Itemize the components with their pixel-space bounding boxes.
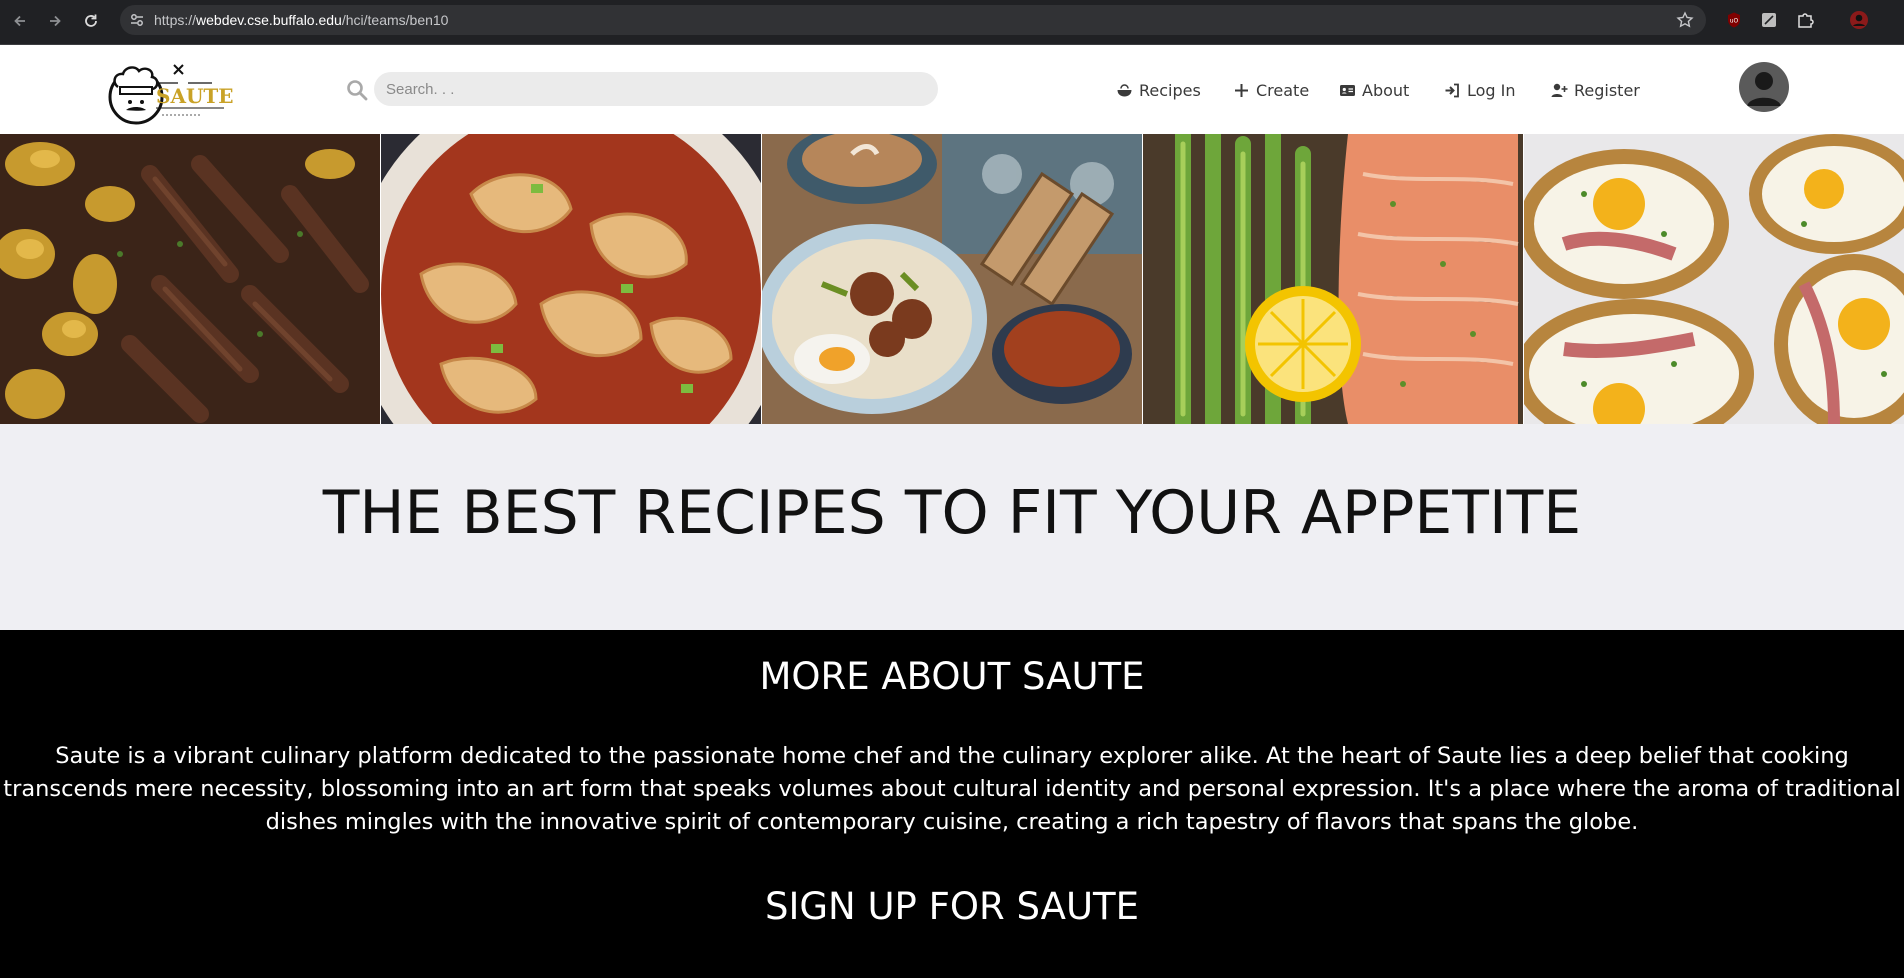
nav-create[interactable]: Create <box>1233 79 1309 101</box>
nav-recipes[interactable]: Recipes <box>1116 79 1201 101</box>
nav-about-label: About <box>1362 80 1410 100</box>
nav-register-label: Register <box>1574 80 1640 100</box>
arrow-right-icon <box>50 15 61 27</box>
sign-in-icon <box>1445 83 1459 97</box>
about-title: MORE ABOUT SAUTE <box>759 655 1145 698</box>
about-section: MORE ABOUT SAUTE Saute is a vibrant culi… <box>0 630 1904 978</box>
dumplings-chili-oil-image <box>381 134 762 424</box>
bowl-icon <box>1117 83 1132 96</box>
about-body-line-3: dishes mingles with the innovative spiri… <box>265 809 1639 835</box>
reload-icon <box>85 14 97 27</box>
nav-register[interactable]: Register <box>1551 79 1640 101</box>
tagline-band: THE BEST RECIPES TO FIT YOUR APPETITE <box>0 424 1904 630</box>
salmon-asparagus-image <box>1143 134 1524 424</box>
search-input[interactable] <box>374 72 938 106</box>
about-body-line-2: transcends mere necessity, blossoming in… <box>3 776 1901 802</box>
hero-gallery <box>0 134 1904 424</box>
url-path: /hci/teams/ben10 <box>341 12 449 28</box>
profile-avatar-icon[interactable] <box>1849 10 1869 30</box>
id-card-icon <box>1340 84 1355 96</box>
about-body-line-1: Saute is a vibrant culinary platform ded… <box>55 743 1849 769</box>
user-plus-icon <box>1551 83 1568 97</box>
url-text: https://webdev.cse.buffalo.edu/hci/teams… <box>154 12 448 28</box>
search-icon <box>347 80 368 101</box>
nav-login[interactable]: Log In <box>1444 79 1516 101</box>
nav-login-label: Log In <box>1467 80 1516 100</box>
reload-button[interactable] <box>79 9 103 33</box>
url-host: webdev.cse.buffalo.edu <box>196 12 342 28</box>
user-silhouette-icon <box>1747 72 1781 106</box>
nav-about[interactable]: About <box>1339 79 1409 101</box>
plus-icon <box>1235 83 1248 97</box>
about-body: Saute is a vibrant culinary platform ded… <box>0 740 1904 839</box>
nav-recipes-label: Recipes <box>1139 80 1201 100</box>
breakfast-meatballs-coffee-image <box>762 134 1143 424</box>
chef-logo-icon: SAUTE <box>108 64 234 125</box>
url-scheme: https:// <box>154 12 197 28</box>
note-extension-icon[interactable] <box>1759 10 1779 30</box>
arrow-left-icon <box>14 15 25 27</box>
saute-logo[interactable]: SAUTE <box>104 59 254 125</box>
nav-create-label: Create <box>1256 80 1310 100</box>
baked-egg-potatoes-image <box>1524 134 1904 424</box>
ublock-extension-icon[interactable]: uO <box>1724 10 1744 30</box>
user-avatar[interactable] <box>1739 62 1789 112</box>
browser-toolbar: https://webdev.cse.buffalo.edu/hci/teams… <box>0 0 1904 45</box>
address-bar[interactable]: https://webdev.cse.buffalo.edu/hci/teams… <box>120 5 1706 35</box>
bookmark-star-icon[interactable] <box>1676 11 1694 29</box>
steak-potatoes-image <box>0 134 381 424</box>
back-button[interactable] <box>8 9 32 33</box>
signup-title: SIGN UP FOR SAUTE <box>764 885 1140 928</box>
puzzle-extensions-icon[interactable] <box>1795 10 1815 30</box>
forward-button[interactable] <box>43 9 67 33</box>
tagline-heading: THE BEST RECIPES TO FIT YOUR APPETITE <box>322 478 1582 548</box>
svg-text:uO: uO <box>1730 18 1739 25</box>
logo-text: SAUTE <box>156 84 234 108</box>
site-info-icon[interactable] <box>128 11 146 29</box>
site-header: SAUTE Recipes Create About Log In Regist… <box>0 45 1904 134</box>
